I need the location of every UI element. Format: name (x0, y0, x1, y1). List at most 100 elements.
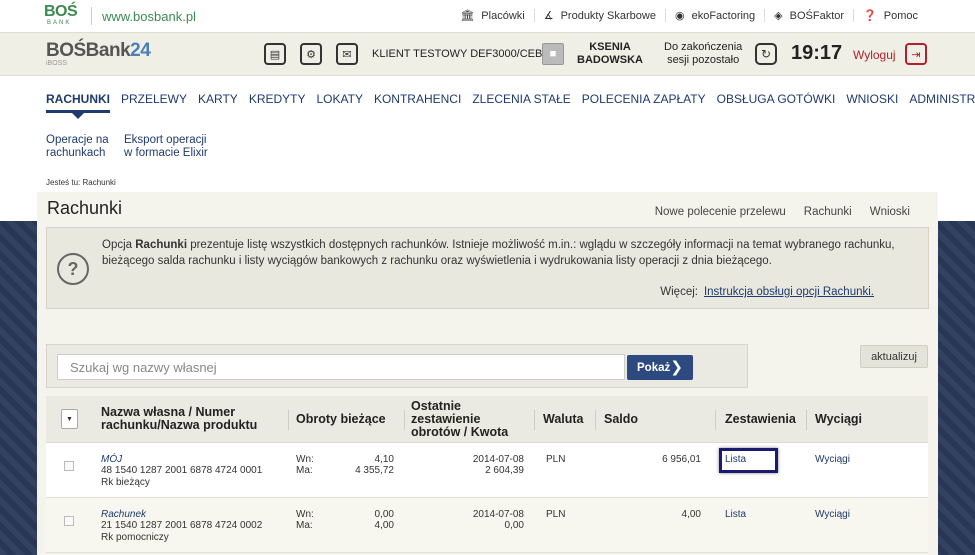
session-line-1: Do zakończenia (664, 41, 743, 53)
nav-zlecenia-stale[interactable]: ZLECENIA STAŁE (472, 92, 570, 106)
subnav-operacje[interactable]: Operacje na rachunkach (46, 134, 109, 160)
nav-kredyty[interactable]: KREDYTY (249, 92, 306, 106)
user-name: KSENIA BADOWSKA (577, 41, 643, 67)
table-row[interactable]: MÓJ 48 1540 1287 2001 6878 4724 0001 Rk … (46, 443, 928, 498)
info-text: Opcja Rachunki prezentuje listę wszystki… (102, 237, 922, 269)
turnover-wn: 0,00 (374, 509, 394, 520)
select-all-dropdown[interactable]: ▼ (61, 409, 78, 429)
link-nowe-polecenie[interactable]: Nowe polecenie przelewu (655, 206, 786, 218)
logout-icon[interactable]: ⇥ (905, 43, 927, 65)
top-link-label: Placówki (481, 9, 525, 22)
balance: 4,00 (681, 509, 701, 520)
link-rachunki[interactable]: Rachunki (804, 206, 852, 218)
account-name-link[interactable]: MÓJ (101, 454, 122, 466)
session-label: Do zakończenia sesji pozostało (664, 41, 742, 67)
avatar[interactable]: ■ (542, 43, 564, 65)
refresh-button[interactable]: aktualizuj (860, 345, 928, 368)
account-name-link[interactable]: Rachunek (101, 509, 146, 521)
col-extracts[interactable]: Wyciągi (815, 413, 862, 426)
col-statements[interactable]: Zestawienia (725, 413, 796, 426)
subnav-eksport[interactable]: Eksport operacji w formacie Elixir (124, 134, 208, 160)
subnav-operacje-line1: Operacje na (46, 134, 109, 146)
nav-karty[interactable]: KARTY (198, 92, 238, 106)
logo-brand: BOŚ (44, 3, 78, 20)
nav-lokaty[interactable]: LOKATY (317, 92, 363, 106)
column-divider (404, 410, 405, 430)
info-box: ? Opcja Rachunki prezentuje listę wszyst… (46, 227, 929, 309)
wn-label: Wn: (296, 509, 314, 520)
content-panel: Rachunki Nowe polecenie przelewu Rachunk… (37, 192, 938, 555)
last-statement-date: 2014-07-08 (472, 454, 524, 465)
page-quick-links: Nowe polecenie przelewu Rachunki Wnioski (637, 206, 910, 218)
statement-list-link[interactable]: Lista (725, 454, 746, 466)
nav-kontrahenci[interactable]: KONTRAHENCI (374, 92, 461, 106)
page-title: Rachunki (47, 198, 123, 218)
nav-administracja[interactable]: ADMINISTRACJA (909, 92, 975, 106)
top-link-label: Pomoc (883, 9, 918, 22)
link-wnioski[interactable]: Wnioski (870, 206, 910, 218)
logout-link[interactable]: Wyloguj (853, 48, 896, 62)
breadcrumb: Jesteś tu: Rachunki (46, 178, 116, 187)
top-links: 🏛 Placówki ∡ Produkty Skarbowe ◉ ekoFact… (451, 9, 927, 22)
handshake-icon: ◈ (774, 10, 783, 22)
turnover-ma: 4,00 (374, 520, 394, 531)
col-turnover[interactable]: Obroty bieżące (296, 413, 386, 426)
breadcrumb-prefix: Jesteś tu: (46, 178, 81, 187)
top-link-placowki[interactable]: 🏛 Placówki (451, 9, 535, 22)
inbox-icon[interactable]: ▤ (264, 43, 286, 65)
client-name: KLIENT TESTOWY DEF3000/CEB (372, 48, 543, 60)
column-divider (806, 410, 807, 430)
info-more: Więcej: Instrukcja obsługi opcji Rachunki… (660, 286, 874, 298)
col-name-line2: rachunku/Nazwa produktu (101, 418, 258, 432)
site-url-link[interactable]: www.bosbank.pl (102, 9, 196, 24)
turnover-ma: 4 355,72 (355, 465, 394, 476)
turnover-wn: 4,10 (374, 454, 394, 465)
top-link-pomoc[interactable]: ❓ Pomoc (854, 9, 927, 23)
search-panel: Pokaż ❯ (46, 344, 748, 388)
top-link-produkty-skarbowe[interactable]: ∡ Produkty Skarbowe (535, 9, 666, 22)
currency: PLN (546, 454, 566, 465)
subnav-eksport-line2: w formacie Elixir (124, 147, 208, 159)
subnav-eksport-line1: Eksport operacji (124, 134, 207, 146)
ma-label: Ma: (296, 465, 313, 476)
statement-list-link[interactable]: Lista (725, 509, 746, 521)
search-input[interactable] (57, 354, 625, 380)
bank-icon: 🏛 (460, 10, 475, 22)
nav-rachunki[interactable]: RACHUNKI (46, 92, 110, 119)
extracts-link[interactable]: Wyciągi (815, 454, 850, 466)
settings-icon[interactable]: ⚙ (300, 43, 322, 65)
col-name[interactable]: Nazwa własna / Numer rachunku/Nazwa prod… (101, 406, 257, 432)
col-last-statement[interactable]: Ostatnie zestawienie obrotów / Kwota (411, 400, 508, 439)
show-button[interactable]: Pokaż ❯ (627, 355, 693, 380)
bosbank24-logo[interactable]: BOŚBank24 iBOSS (46, 40, 151, 67)
col-last-line3: obrotów / Kwota (411, 425, 509, 439)
chevron-right-icon: ❯ (670, 359, 683, 376)
info-instruction-link[interactable]: Instrukcja obsługi opcji Rachunki. (704, 286, 874, 298)
info-text-bold: Rachunki (135, 239, 188, 251)
top-bar: BOŚ BANK www.bosbank.pl 🏛 Placówki ∡ Pro… (0, 0, 975, 32)
account-product: Rk pomocniczy (101, 532, 169, 543)
bos-logo[interactable]: BOŚ BANK (44, 4, 80, 28)
nav-przelewy[interactable]: PRZELEWY (121, 92, 187, 106)
wn-label: Wn: (296, 454, 314, 465)
top-link-ekofactoring[interactable]: ◉ ekoFactoring (666, 9, 766, 22)
top-link-label: BOŚFaktor (789, 9, 845, 22)
top-link-bosfaktor[interactable]: ◈ BOŚFaktor (765, 9, 855, 22)
row-checkbox[interactable] (64, 461, 74, 471)
col-currency[interactable]: Waluta (543, 413, 584, 426)
nav-obsluga-gotowki[interactable]: OBSŁUGA GOTÓWKI (717, 92, 836, 106)
refresh-session-icon[interactable]: ↻ (755, 43, 777, 65)
col-balance[interactable]: Saldo (604, 413, 638, 426)
mail-icon[interactable]: ✉ (336, 43, 358, 65)
extracts-link[interactable]: Wyciągi (815, 509, 850, 521)
info-text-post: prezentuje listę wszystkich dostępnych r… (102, 239, 895, 267)
divider (91, 7, 92, 25)
row-checkbox[interactable] (64, 516, 74, 526)
nav-wnioski[interactable]: WNIOSKI (846, 92, 898, 106)
table-row[interactable]: Rachunek 21 1540 1287 2001 6878 4724 000… (46, 498, 928, 553)
column-divider (288, 410, 289, 430)
info-text-pre: Opcja (102, 239, 136, 251)
nav-polecenia-zaplaty[interactable]: POLECENIA ZAPŁATY (582, 92, 706, 106)
breadcrumb-current: Rachunki (82, 178, 116, 187)
table-header: ▼ Nazwa własna / Numer rachunku/Nazwa pr… (46, 396, 928, 443)
